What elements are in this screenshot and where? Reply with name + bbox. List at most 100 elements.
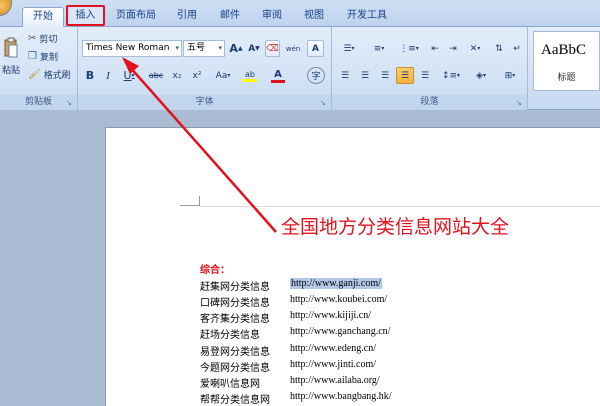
style-gallery-item[interactable]: AaBbC 标题 (533, 31, 600, 91)
align-center-button[interactable]: ☰ (356, 67, 374, 84)
change-case-button[interactable]: Aa ▾ (210, 67, 236, 84)
superscript-button[interactable]: x² (188, 67, 206, 84)
tab-developer[interactable]: 开发工具 (343, 7, 391, 27)
increase-indent-icon: ⇥ (449, 43, 457, 54)
paste-button[interactable]: 粘贴 (0, 29, 22, 84)
subscript-icon: x₂ (172, 70, 182, 81)
numbering-button[interactable]: ≡ ▾ (366, 40, 392, 57)
tab-references[interactable]: 引用 (173, 7, 201, 27)
line-spacing-icon: ↕≡ (441, 70, 458, 81)
tab-view[interactable]: 视图 (300, 7, 328, 27)
italic-icon: I (106, 69, 110, 82)
highlight-icon: ab (245, 69, 255, 79)
site-url[interactable]: http://www.ailaba.org/ (290, 375, 380, 386)
format-painter-button[interactable]: 🖌 格式刷 (28, 68, 71, 81)
annotation-title: 全国地方分类信息网站大全 (281, 216, 510, 238)
font-color-icon: A (274, 68, 282, 80)
sort-button[interactable]: ⇅ (490, 40, 508, 57)
font-name-combo[interactable]: Times New Roman ▾ (82, 40, 182, 57)
italic-button[interactable]: I (100, 67, 116, 84)
increase-indent-button[interactable]: ⇥ (444, 40, 462, 57)
bullets-icon: ☰ (343, 43, 352, 54)
font-launcher-icon[interactable]: ↘ (320, 99, 328, 107)
site-url[interactable]: http://www.ganchang.cn/ (290, 326, 390, 337)
style-name: 标题 (557, 73, 576, 83)
tab-mailings[interactable]: 邮件 (216, 7, 244, 27)
grow-font-button[interactable]: A ▲ (228, 40, 244, 57)
site-url[interactable]: http://www.edeng.cn/ (290, 343, 376, 354)
paragraph-group: ☰ ▾ ≡ ▾ ⋮≡ ▾ ⇤ ⇥ ✕ ▾ ⇅ ↵ ☰ ☰ ☰ ☰ ☰ ↕≡ ▾ ◈ ▾ ⊞ ▾… (332, 27, 528, 110)
paragraph-group-label: 段落 (332, 95, 527, 110)
tab-insert[interactable]: 插入 (66, 5, 105, 26)
tab-review[interactable]: 审阅 (258, 7, 286, 27)
distributed-button[interactable]: ☰ (416, 67, 434, 84)
copy-icon: ❐ (28, 51, 37, 62)
office-button-icon[interactable] (0, 0, 12, 16)
copy-button[interactable]: ❐ 复制 (28, 50, 58, 63)
borders-button[interactable]: ⊞ ▾ (496, 67, 524, 84)
highlight-button[interactable]: ab (238, 67, 262, 84)
site-url[interactable]: http://www.koubei.com/ (290, 294, 387, 305)
grow-font-icon: A (229, 42, 238, 55)
site-name: 爱喇叭信息网 (200, 379, 260, 390)
underline-button[interactable]: U ▾ (118, 67, 140, 84)
font-color-button[interactable]: A (266, 67, 290, 84)
sort-icon: ⇅ (495, 43, 503, 54)
site-name: 口碑网分类信息 (200, 298, 270, 309)
font-size-value: 五号 (187, 43, 206, 53)
bold-button[interactable]: B (82, 67, 98, 84)
clipboard-launcher-icon[interactable]: ↘ (66, 99, 74, 107)
font-group: Times New Roman ▾ 五号 ▾ A ▲ A ▼ ⌫ wén A B I… (78, 27, 332, 110)
tab-home[interactable]: 开始 (22, 7, 64, 28)
font-group-label: 字体 (78, 95, 331, 110)
align-left-button[interactable]: ☰ (336, 67, 354, 84)
site-url[interactable]: http://www.ganji.com/ (290, 278, 382, 289)
site-name: 赶场分类信息 (200, 330, 260, 341)
phonetic-guide-button[interactable]: wén (283, 40, 303, 57)
char-border-icon: A (312, 43, 319, 54)
cut-button[interactable]: ✂ 剪切 (28, 32, 57, 45)
chevron-down-icon: ▾ (218, 44, 222, 52)
shading-icon: ◈ (476, 70, 483, 81)
site-url[interactable]: http://www.kijiji.cn/ (290, 310, 371, 321)
distributed-icon: ☰ (420, 70, 430, 81)
format-painter-label: 格式刷 (43, 71, 71, 81)
paragraph-mark-icon: ↵ (513, 43, 521, 54)
site-url[interactable]: http://www.jinti.com/ (290, 359, 376, 370)
phonetic-icon: wén (285, 44, 301, 53)
align-right-button[interactable]: ☰ (376, 67, 394, 84)
align-left-icon: ☰ (340, 70, 350, 81)
chinese-layout-button[interactable]: ✕ ▾ (462, 40, 488, 57)
show-marks-button[interactable]: ↵ (509, 40, 525, 57)
subscript-button[interactable]: x₂ (168, 67, 186, 84)
paragraph-launcher-icon[interactable]: ↘ (516, 99, 524, 107)
line-spacing-button[interactable]: ↕≡ ▾ (438, 67, 464, 84)
decrease-indent-icon: ⇤ (431, 43, 439, 54)
strikethrough-icon: abc (148, 71, 164, 80)
change-case-icon: Aa (215, 70, 228, 81)
numbering-icon: ≡ (373, 43, 382, 54)
site-name: 今题网分类信息 (200, 363, 270, 374)
enclose-char-icon: 字 (311, 72, 321, 82)
justify-button[interactable]: ☰ (396, 67, 414, 84)
eraser-icon: ⌫ (266, 43, 279, 54)
multilevel-list-button[interactable]: ⋮≡ ▾ (396, 40, 422, 57)
align-right-icon: ☰ (380, 70, 390, 81)
clipboard-group: 粘贴 ✂ 剪切 ❐ 复制 🖌 格式刷 剪贴板 ↘ (0, 27, 78, 110)
decrease-indent-button[interactable]: ⇤ (426, 40, 444, 57)
scissors-icon: ✂ (28, 33, 37, 44)
bold-icon: B (85, 69, 95, 82)
shading-button[interactable]: ◈ ▾ (468, 67, 494, 84)
strikethrough-button[interactable]: abc (146, 67, 166, 84)
shrink-font-button[interactable]: A ▼ (246, 40, 262, 57)
site-url[interactable]: http://www.bangbang.hk/ (290, 391, 392, 402)
clear-format-button[interactable]: ⌫ (265, 40, 280, 57)
bullets-button[interactable]: ☰ ▾ (336, 40, 362, 57)
site-name: 易登网分类信息 (200, 347, 270, 358)
char-border-button[interactable]: A (307, 40, 324, 57)
tab-page-layout[interactable]: 页面布局 (114, 7, 158, 27)
enclose-char-button[interactable]: 字 (307, 67, 325, 84)
align-center-icon: ☰ (360, 70, 370, 81)
font-size-combo[interactable]: 五号 ▾ (183, 40, 225, 57)
site-name: 赶集网分类信息 (200, 282, 270, 293)
